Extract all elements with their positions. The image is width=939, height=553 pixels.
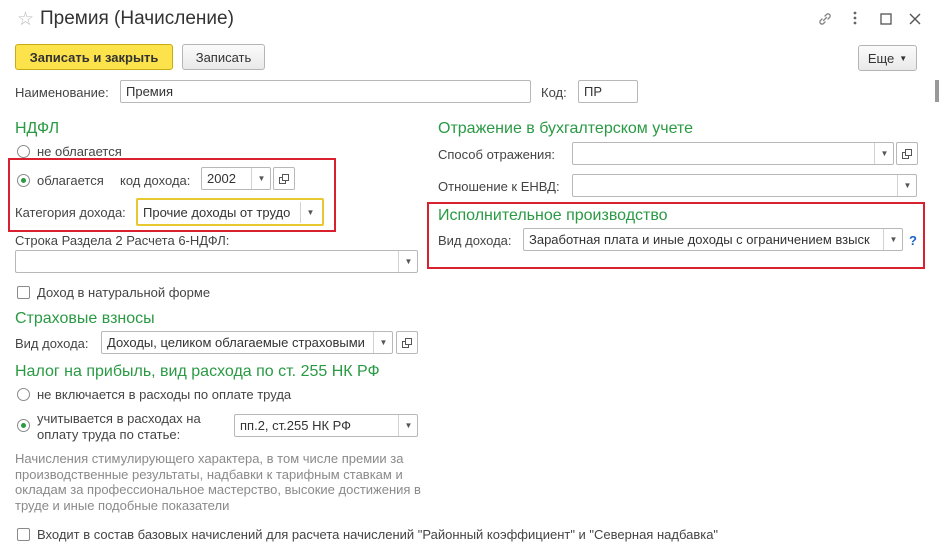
natural-income-checkbox[interactable] (17, 286, 30, 299)
chevron-down-icon[interactable]: ▼ (251, 168, 271, 189)
window-title: Премия (Начисление) (40, 8, 234, 29)
name-label: Наименование: (15, 85, 109, 100)
income-code-field[interactable]: 2002 ▼ (201, 167, 271, 190)
code-value: ПР (584, 84, 603, 99)
enforcement-income-type-field[interactable]: Заработная плата и иные доходы с огранич… (523, 228, 903, 251)
envd-field[interactable]: ▼ (572, 174, 917, 197)
ndfl-not-taxed-label: не облагается (37, 144, 122, 159)
profit-tax-included-radio[interactable] (17, 419, 30, 432)
open-icon[interactable] (896, 142, 918, 165)
ndfl-not-taxed-radio[interactable] (17, 145, 30, 158)
income-category-label: Категория дохода: (15, 205, 126, 220)
code-label: Код: (541, 85, 567, 100)
favorite-star-icon[interactable]: ☆ (17, 8, 34, 31)
profit-tax-not-included-radio[interactable] (17, 388, 30, 401)
chevron-down-icon[interactable]: ▼ (373, 332, 393, 353)
name-value: Премия (126, 84, 174, 99)
insurance-income-type-label: Вид дохода: (15, 336, 89, 351)
income-code-value: 2002 (207, 171, 236, 186)
chevron-down-icon[interactable]: ▼ (874, 143, 894, 164)
save-and-close-button[interactable]: Записать и закрыть (15, 44, 173, 70)
insurance-income-type-field[interactable]: Доходы, целиком облагаемые страховыми ▼ (101, 331, 393, 354)
profit-tax-not-included-label: не включается в расходы по оплате труда (37, 387, 292, 402)
profit-tax-section-title: Налог на прибыль, вид расхода по ст. 255… (15, 363, 380, 380)
ndfl-taxed-radio[interactable] (17, 174, 30, 187)
base-accruals-label: Входит в состав базовых начислений для р… (37, 527, 719, 542)
link-icon[interactable] (817, 11, 833, 31)
insurance-section-title: Страховые взносы (15, 310, 155, 327)
ndfl-taxed-label: облагается (37, 173, 104, 188)
profit-tax-note: Начисления стимулирующего характера, в т… (15, 451, 421, 513)
profit-tax-article-field[interactable]: пп.2, ст.255 НК РФ ▼ (234, 414, 418, 437)
open-icon[interactable] (273, 167, 295, 190)
more-button[interactable]: Еще ▼ (858, 45, 917, 71)
accounting-method-label: Способ отражения: (438, 147, 555, 162)
profit-tax-included-label-line1: учитывается в расходах на (37, 411, 201, 426)
natural-income-label: Доход в натуральной форме (37, 285, 211, 300)
code-field[interactable]: ПР (578, 80, 638, 103)
accounting-method-field[interactable]: ▼ (572, 142, 894, 165)
ndfl-line-field[interactable]: ▼ (15, 250, 418, 273)
base-accruals-checkbox[interactable] (17, 528, 30, 541)
name-field[interactable]: Премия (120, 80, 531, 103)
insurance-income-type-value: Доходы, целиком облагаемые страховыми (107, 335, 365, 350)
more-vertical-icon[interactable] (852, 10, 858, 30)
profit-tax-article-value: пп.2, ст.255 НК РФ (240, 418, 352, 433)
chevron-down-icon[interactable]: ▼ (897, 175, 917, 196)
accounting-section-title: Отражение в бухгалтерском учете (438, 120, 693, 137)
chevron-down-icon[interactable]: ▼ (398, 415, 418, 436)
chevron-down-icon[interactable]: ▼ (883, 229, 903, 250)
chevron-down-icon[interactable]: ▼ (398, 251, 418, 272)
envd-label: Отношение к ЕНВД: (438, 179, 560, 194)
ndfl-section-title: НДФЛ (15, 120, 60, 137)
open-icon[interactable] (396, 331, 418, 354)
save-button[interactable]: Записать (182, 44, 265, 70)
ndfl-line-label: Строка Раздела 2 Расчета 6-НДФЛ: (15, 233, 230, 248)
help-icon[interactable]: ? (909, 233, 917, 248)
more-button-label: Еще (867, 50, 895, 66)
income-category-value: Прочие доходы от трудо (143, 205, 291, 220)
enforcement-income-type-value: Заработная плата и иные доходы с огранич… (529, 232, 870, 247)
scrollbar-edge (935, 80, 939, 102)
maximize-icon[interactable] (880, 12, 892, 29)
close-icon[interactable] (909, 12, 921, 29)
enforcement-section-title: Исполнительное производство (438, 207, 668, 224)
profit-tax-included-label-line2: оплату труда по статье: (37, 427, 181, 442)
income-code-label: код дохода: (120, 173, 191, 188)
enforcement-income-type-label: Вид дохода: (438, 233, 512, 248)
chevron-down-icon[interactable]: ▼ (300, 202, 320, 223)
chevron-down-icon: ▼ (899, 53, 908, 63)
income-category-field[interactable]: Прочие доходы от трудо ▼ (136, 198, 324, 226)
